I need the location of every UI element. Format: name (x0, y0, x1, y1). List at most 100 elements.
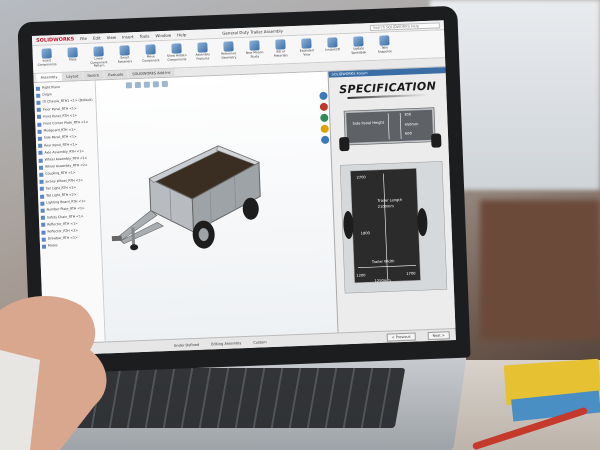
background-shelf (480, 200, 600, 340)
reference-geometry-icon (223, 41, 234, 52)
menu-edit[interactable]: Edit (93, 35, 101, 40)
part-icon (37, 122, 42, 127)
ribbon-speedpak[interactable]: Update Speedpak (348, 36, 369, 55)
menu-help[interactable]: Help (177, 32, 186, 37)
ribbon-label: Instant3D (325, 47, 341, 52)
user-hand (0, 295, 107, 450)
tab-assembly[interactable]: Assembly (36, 72, 62, 82)
part-icon (38, 158, 43, 163)
tab-layout[interactable]: Layout (62, 72, 83, 81)
part-icon (37, 129, 42, 134)
units-selector[interactable]: Custom (253, 340, 267, 345)
rear-left-wheel (339, 137, 350, 152)
status-editing: Editing Assembly (211, 340, 242, 346)
ribbon-insert-components[interactable]: Insert Components (36, 48, 57, 67)
view-orientation-icon[interactable] (143, 81, 150, 88)
ribbon-label: Exploded View (299, 48, 314, 57)
part-icon (41, 244, 47, 249)
part-icon (38, 151, 43, 156)
ribbon-bom[interactable]: Bill of Materials (270, 39, 291, 58)
zoom-icon[interactable] (125, 82, 133, 89)
ribbon-snapshot[interactable]: Take Snapshot (374, 35, 395, 54)
resources-icon[interactable] (319, 102, 329, 112)
pattern-icon (93, 46, 104, 57)
bom-icon (275, 39, 286, 50)
rear-right-wheel (431, 133, 442, 148)
menu-tools[interactable]: Tools (140, 34, 150, 39)
ribbon-move-component[interactable]: Move Component (140, 44, 161, 63)
side-dim-1: 300 (404, 113, 412, 117)
ribbon-label: Show Hidden Components (166, 53, 187, 62)
ribbon-mate[interactable]: Mate (62, 47, 83, 62)
appearances-icon[interactable] (320, 135, 330, 144)
side-dim-2: 450mm (405, 122, 420, 127)
move-icon (145, 44, 156, 55)
part-icon (39, 187, 44, 192)
part-icon (38, 165, 44, 170)
next-button[interactable]: Next > (427, 330, 450, 340)
menu-window[interactable]: Window (155, 33, 171, 39)
ribbon-smart-fasteners[interactable]: Smart Fasteners (114, 45, 135, 64)
part-icon (40, 208, 45, 213)
ribbon-label: Assembly Features (195, 52, 211, 61)
status-under-defined: Under Defined (173, 342, 200, 348)
part-icon (37, 136, 42, 141)
ribbon-show-hidden[interactable]: Show Hidden Components (166, 43, 187, 62)
ribbon-motion-study[interactable]: New Motion Study (244, 40, 265, 59)
task-pane: SOLIDWORKS Forum SPECIFICATION Side Pane… (319, 67, 456, 333)
width-left: 1200 (356, 273, 366, 277)
ribbon-reference-geometry[interactable]: Reference Geometry (218, 41, 239, 60)
part-icon (39, 179, 44, 184)
ribbon-label: Update Speedpak (351, 46, 367, 55)
insert-components-icon (41, 48, 52, 59)
exploded-view-icon (301, 38, 312, 49)
ribbon-exploded-view[interactable]: Exploded View (296, 38, 317, 57)
part-icon (36, 93, 41, 98)
document-title: General Duty Trailer Assembly (222, 28, 284, 36)
file-explorer-icon[interactable] (320, 124, 329, 134)
trailer-3d-model[interactable] (107, 104, 284, 290)
hide-show-icon[interactable] (161, 80, 168, 88)
section-view-icon[interactable] (134, 81, 142, 89)
part-icon (40, 201, 45, 206)
camera-icon (379, 35, 390, 46)
menu-file[interactable]: File (80, 36, 87, 41)
length-top: 2700 (357, 175, 367, 179)
tab-evaluate[interactable]: Evaluate (103, 70, 128, 80)
tree-item[interactable]: Mates (41, 241, 99, 250)
laptop-keyboard (74, 368, 406, 428)
menu-insert[interactable]: Insert (122, 34, 134, 39)
app-logo: SOLIDWORKS (35, 35, 75, 44)
previous-button[interactable]: < Previous (386, 332, 416, 342)
home-icon[interactable] (319, 91, 328, 101)
features-icon (197, 42, 208, 53)
tab-sketch[interactable]: Sketch (83, 71, 104, 81)
design-library-icon[interactable] (320, 113, 329, 123)
menu-view[interactable]: View (107, 35, 117, 40)
ribbon-instant3d[interactable]: Instant3D (322, 37, 343, 52)
rear-view-body (346, 109, 434, 144)
instant3d-icon (327, 37, 338, 48)
graphics-area[interactable] (95, 71, 338, 342)
ribbon-label: Smart Fasteners (117, 55, 133, 64)
part-icon (40, 194, 45, 199)
part-icon (36, 107, 41, 113)
specification-title: SPECIFICATION (339, 79, 437, 97)
part-icon (36, 115, 42, 120)
ribbon-label: Mate (69, 57, 77, 62)
part-icon (38, 143, 43, 148)
task-pane-tabs (319, 91, 330, 144)
specification-diagrams: Side Panel Height 300 450mm 600 2700 Tra… (339, 107, 448, 294)
part-icon (41, 223, 46, 228)
fastener-icon (119, 45, 130, 56)
ribbon-label: New Motion Study (245, 50, 264, 59)
search-input[interactable]: Search SOLIDWORKS Help (369, 21, 440, 31)
ribbon-label: Take Snapshot (377, 45, 392, 54)
ribbon-label: Insert Components (37, 58, 57, 67)
mate-icon (67, 47, 78, 58)
ribbon-assembly-features[interactable]: Assembly Features (192, 42, 213, 61)
heads-up-toolbar (125, 80, 168, 89)
ribbon-label: Bill of Materials (273, 49, 288, 58)
ribbon-linear-pattern[interactable]: Linear Component Pattern (88, 46, 109, 68)
display-style-icon[interactable] (152, 81, 159, 88)
